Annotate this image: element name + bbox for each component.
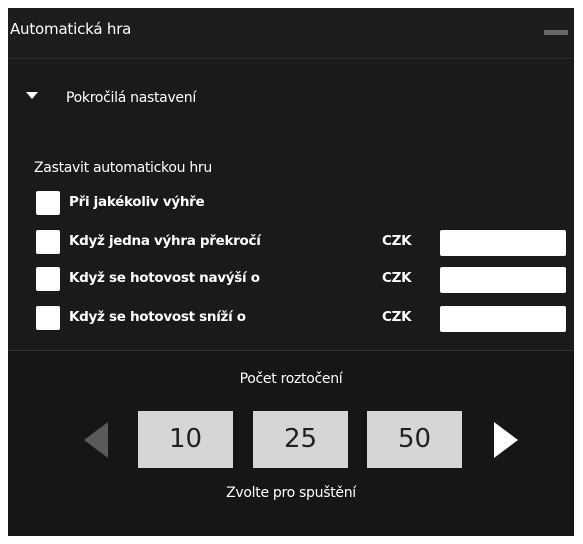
single-win-amount-input[interactable]: [440, 230, 566, 256]
autoplay-panel: Automatická hra Pokročilá nastavení Zast…: [8, 8, 574, 536]
checkbox-single-win-exceeds[interactable]: [36, 230, 60, 254]
option-single-win-exceeds: Když jedna výhra překročí CZK: [36, 230, 570, 256]
panel-title: Automatická hra: [10, 20, 132, 38]
option-label: Když se hotovost sníží o: [69, 309, 246, 325]
option-label: Při jakékoliv výhře: [69, 194, 205, 210]
option-balance-increase: Když se hotovost navýší o CZK: [36, 267, 570, 293]
panel-header: Automatická hra: [8, 8, 574, 59]
arrow-right-icon[interactable]: [494, 422, 518, 458]
minimize-icon[interactable]: [544, 30, 568, 35]
balance-decrease-amount-input[interactable]: [440, 306, 566, 332]
stop-autoplay-heading: Zastavit automatickou hru: [34, 160, 212, 176]
currency-label: CZK: [382, 270, 412, 286]
spin-count-10-button[interactable]: 10: [138, 411, 233, 468]
option-balance-decrease: Když se hotovost sníží o CZK: [36, 306, 570, 332]
currency-label: CZK: [382, 233, 412, 249]
spin-count-50-button[interactable]: 50: [367, 411, 462, 468]
spin-count-title: Počet roztočení: [239, 371, 343, 387]
option-any-win: Při jakékoliv výhře: [36, 191, 570, 217]
triangle-down-icon: [26, 92, 38, 99]
advanced-settings-label: Pokročilá nastavení: [66, 90, 196, 106]
spin-count-section: Počet roztočení 10 25 50 Zvolte pro spuš…: [8, 350, 574, 536]
checkbox-any-win[interactable]: [36, 191, 60, 215]
spin-count-25-button[interactable]: 25: [253, 411, 348, 468]
select-to-start-hint: Zvolte pro spuštění: [226, 485, 356, 501]
option-label: Když jedna výhra překročí: [69, 233, 261, 249]
balance-increase-amount-input[interactable]: [440, 267, 566, 293]
option-label: Když se hotovost navýší o: [69, 270, 260, 286]
checkbox-balance-increase[interactable]: [36, 267, 60, 291]
arrow-left-icon[interactable]: [84, 422, 108, 458]
checkbox-balance-decrease[interactable]: [36, 306, 60, 330]
currency-label: CZK: [382, 309, 412, 325]
